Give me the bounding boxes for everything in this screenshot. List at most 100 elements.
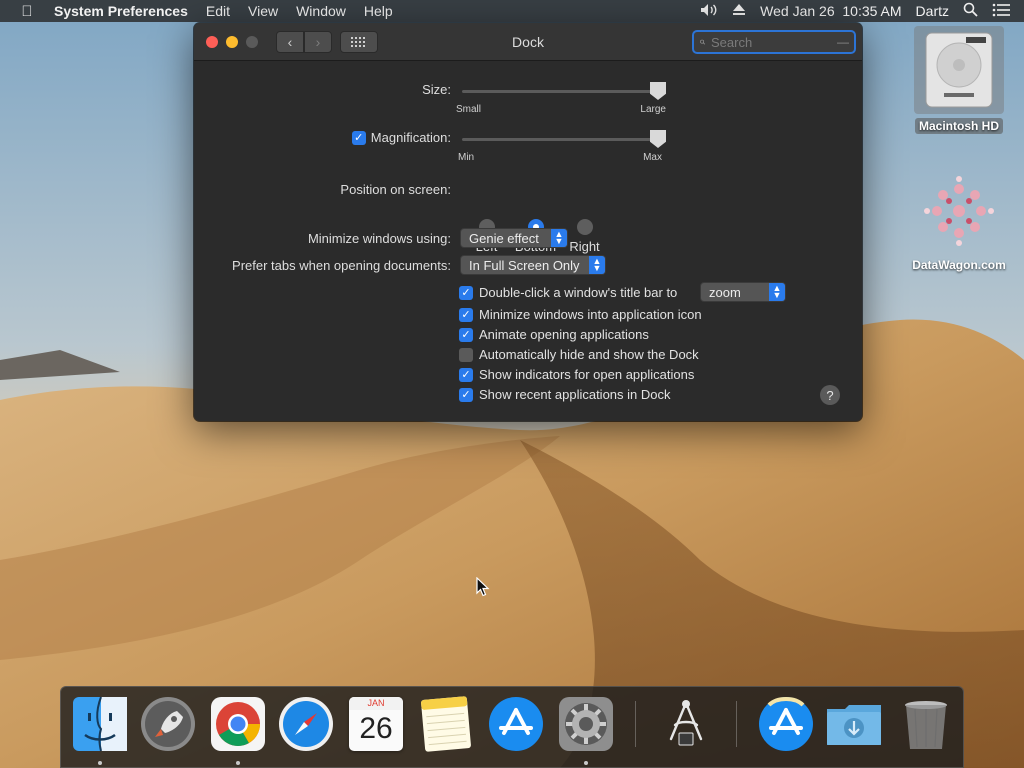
eject-icon[interactable] — [732, 3, 746, 20]
radio-label: Right — [569, 239, 600, 254]
desktop-icon-label: DataWagon.com — [912, 258, 1006, 272]
show-recent-row: ✓ Show recent applications in Dock — [459, 387, 671, 402]
slider-thumb[interactable] — [650, 82, 666, 100]
menu-bar:  System Preferences Edit View Window He… — [0, 0, 1024, 22]
size-label: Size: — [422, 82, 451, 97]
prefer-tabs-popup[interactable]: In Full Screen Only ▲ ▼ — [460, 255, 606, 275]
slider-thumb[interactable] — [650, 130, 666, 148]
chrome-icon[interactable] — [209, 695, 267, 753]
notification-center-icon[interactable] — [992, 3, 1010, 20]
desktop-icon-label: Macintosh HD — [914, 118, 1003, 134]
dock-separator — [635, 701, 636, 747]
size-slider[interactable]: Small Large — [456, 82, 666, 115]
search-icon — [700, 39, 705, 45]
show-recent-checkbox[interactable]: ✓ — [459, 387, 473, 402]
double-click-action-popup[interactable]: zoom ▲ ▼ — [700, 282, 786, 302]
size-min-label: Small — [456, 104, 482, 115]
back-button[interactable]: ‹ — [276, 30, 304, 53]
calendar-icon[interactable]: JAN 26 — [347, 695, 405, 753]
animate-opening-checkbox[interactable]: ✓ — [459, 327, 473, 342]
magnification-slider[interactable]: Min Max — [458, 130, 666, 163]
launchpad-icon[interactable] — [139, 695, 197, 753]
desktop-icon-datawagon[interactable]: DataWagon.com — [906, 168, 1012, 272]
menu-window[interactable]: Window — [287, 3, 355, 19]
finder-icon[interactable] — [71, 695, 129, 753]
volume-icon[interactable] — [700, 3, 718, 20]
minimize-into-icon-row: ✓ Minimize windows into application icon — [459, 307, 702, 322]
checkbox-label: Animate opening applications — [479, 327, 649, 342]
downloads-folder-icon[interactable] — [825, 695, 883, 753]
prefer-tabs-label: Prefer tabs when opening documents: — [232, 258, 451, 273]
popup-value: zoom — [709, 284, 741, 300]
chevron-right-icon: › — [315, 33, 321, 50]
magnification-row: ✓ Magnification: — [351, 130, 451, 145]
autohide-checkbox[interactable] — [459, 347, 473, 362]
calendar-month: JAN — [349, 697, 403, 710]
popup-value: In Full Screen Only — [469, 257, 580, 273]
search-input[interactable] — [711, 34, 831, 50]
menu-view[interactable]: View — [239, 3, 287, 19]
safari-icon[interactable] — [277, 695, 335, 753]
spotlight-icon[interactable] — [963, 2, 978, 20]
menu-help[interactable]: Help — [355, 3, 402, 19]
mag-min-label: Min — [458, 152, 475, 163]
app-store-icon[interactable] — [487, 695, 545, 753]
menu-user[interactable]: Dartz — [916, 3, 949, 19]
menu-edit[interactable]: Edit — [197, 3, 239, 19]
zoom-button[interactable] — [246, 35, 258, 48]
size-max-label: Large — [640, 104, 666, 115]
checkbox-label: Minimize windows into application icon — [479, 307, 702, 322]
checkbox-label: Show indicators for open applications — [479, 367, 695, 382]
minimize-label: Minimize windows using: — [307, 231, 451, 246]
checkbox-label: Double-click a window's title bar to — [479, 285, 678, 300]
desktop-icon-macintosh-hd[interactable]: Macintosh HD — [914, 26, 1004, 134]
minimize-button[interactable] — [226, 35, 238, 48]
help-button[interactable]: ? — [820, 385, 840, 405]
grid-icon — [351, 36, 365, 47]
slider-track — [462, 138, 658, 141]
system-information-icon[interactable] — [657, 695, 715, 753]
search-clear-icon[interactable]: — — [837, 35, 849, 49]
forward-button[interactable]: › — [304, 30, 332, 53]
running-indicator — [584, 761, 588, 765]
magnification-label: Magnification: — [370, 130, 451, 145]
mouse-cursor-icon — [476, 577, 490, 597]
window-titlebar[interactable]: ‹ › Dock — — [194, 23, 862, 61]
autohide-row: Automatically hide and show the Dock — [459, 347, 699, 362]
chevron-left-icon: ‹ — [287, 33, 293, 50]
close-button[interactable] — [206, 35, 218, 48]
hard-drive-icon — [914, 26, 1004, 114]
checkbox-label: Automatically hide and show the Dock — [479, 347, 699, 362]
popup-value: Genie effect — [469, 230, 539, 246]
search-field[interactable]: — — [692, 30, 856, 54]
calendar-day: 26 — [359, 712, 393, 745]
dock: JAN 26 — [60, 686, 964, 768]
double-click-row: ✓ Double-click a window's title bar to — [459, 285, 677, 300]
menu-clock[interactable]: Wed Jan 26 10:35 AM — [760, 3, 901, 19]
apple-menu-icon[interactable]:  — [0, 3, 54, 20]
running-indicator — [98, 761, 102, 765]
magnification-checkbox[interactable]: ✓ — [351, 130, 366, 145]
trash-icon[interactable] — [897, 695, 955, 753]
show-all-button[interactable] — [340, 30, 378, 53]
double-click-checkbox[interactable]: ✓ — [459, 285, 473, 300]
flower-logo-icon — [906, 168, 1012, 254]
dock-settings-panel: Size: Small Large ✓ Magnification: Min M… — [194, 61, 862, 421]
updown-chevron-icon: ▲ ▼ — [589, 256, 605, 274]
checkbox-label: Show recent applications in Dock — [479, 387, 671, 402]
position-label: Position on screen: — [340, 182, 451, 197]
mag-max-label: Max — [643, 152, 662, 163]
radio-button[interactable] — [576, 219, 593, 235]
dock-preferences-window: ‹ › Dock — Size: Small Large — [194, 23, 862, 421]
minimize-effect-popup[interactable]: Genie effect ▲ ▼ — [460, 228, 568, 248]
show-indicators-row: ✓ Show indicators for open applications — [459, 367, 694, 382]
notes-icon[interactable] — [417, 695, 475, 753]
slider-track — [462, 90, 658, 93]
minimize-into-icon-checkbox[interactable]: ✓ — [459, 307, 473, 322]
running-indicator — [236, 761, 240, 765]
menu-app-name[interactable]: System Preferences — [54, 3, 197, 19]
dock-separator — [736, 701, 737, 747]
app-store-recent-icon[interactable] — [757, 695, 815, 753]
system-preferences-icon[interactable] — [557, 695, 615, 753]
show-indicators-checkbox[interactable]: ✓ — [459, 367, 473, 382]
